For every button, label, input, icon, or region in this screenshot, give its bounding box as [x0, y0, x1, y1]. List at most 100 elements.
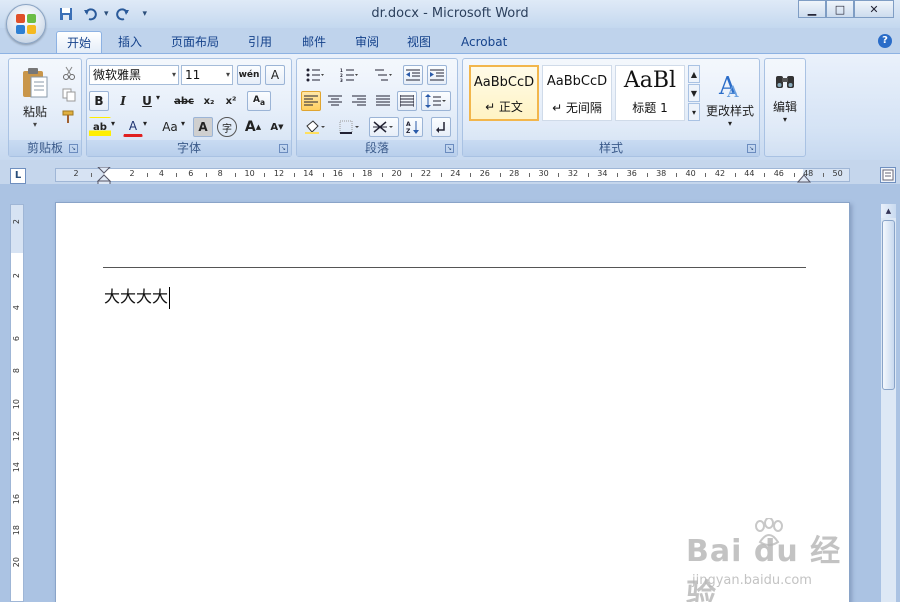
indent-marker-icon[interactable] — [97, 167, 111, 185]
ruler-number: 40 — [685, 169, 696, 178]
ruler-number: 4 — [158, 169, 164, 178]
chinese-layout-button[interactable] — [369, 117, 399, 137]
tab-acrobat[interactable]: Acrobat — [451, 31, 517, 53]
vertical-ruler-number: 8 — [12, 367, 21, 373]
change-styles-button[interactable]: AA 更改样式 ▾ — [703, 63, 757, 135]
font-launcher-icon[interactable]: ↘ — [279, 144, 288, 153]
vertical-scrollbar[interactable]: ▲ — [880, 204, 896, 602]
decrease-indent-icon[interactable] — [403, 65, 423, 85]
style-no-spacing[interactable]: AaBbCcD ↵ 无间隔 — [542, 65, 612, 121]
cut-icon[interactable] — [59, 63, 79, 83]
tab-page-layout[interactable]: 页面布局 — [161, 31, 229, 53]
bullets-button[interactable] — [301, 65, 329, 85]
numbering-button[interactable]: 123 — [335, 65, 363, 85]
highlight-button[interactable]: ab — [89, 117, 111, 137]
font-size-combo[interactable]: 11 ▾ — [181, 65, 233, 85]
ruler-tick — [470, 173, 472, 177]
editing-button[interactable]: 编辑 ▾ — [765, 63, 805, 133]
superscript-button[interactable]: x² — [221, 91, 241, 111]
ruler-number: 36 — [626, 169, 637, 178]
font-color-dropdown-icon[interactable]: ▾ — [143, 119, 147, 128]
ruler-number: 16 — [332, 169, 343, 178]
shading-icon — [305, 120, 325, 134]
grow-font-button[interactable]: A ▲ — [243, 117, 263, 137]
character-shading-button[interactable]: A — [193, 117, 213, 137]
ruler-tick — [205, 173, 207, 177]
align-left-icon[interactable] — [301, 91, 321, 111]
tab-review[interactable]: 审阅 — [345, 31, 389, 53]
underline-button[interactable]: U — [137, 91, 157, 111]
vertical-ruler-number: 2 — [12, 273, 21, 279]
tab-selector-icon[interactable]: L — [10, 168, 26, 184]
justify-icon[interactable] — [373, 91, 393, 111]
multilevel-list-icon — [375, 69, 392, 81]
show-marks-icon[interactable] — [431, 117, 451, 137]
change-case-dropdown-icon[interactable]: ▾ — [181, 119, 185, 128]
ribbon: 粘贴 ▾ 剪贴板 ↘ 微软雅黑 ▾ 11 ▾ wén A B I U ▾ abc… — [0, 53, 900, 160]
tab-view[interactable]: 视图 — [397, 31, 441, 53]
ruler-number: 32 — [567, 169, 579, 178]
bold-button[interactable]: B — [89, 91, 109, 111]
shrink-font-button[interactable]: A ▼ — [267, 117, 287, 137]
styles-launcher-icon[interactable]: ↘ — [747, 144, 756, 153]
grow-font-label: A — [244, 119, 256, 135]
tab-insert[interactable]: 插入 — [108, 31, 152, 53]
vertical-ruler[interactable]: 2 2 4 6 8 10 12 14 16 18 20 — [10, 204, 24, 602]
copy-icon[interactable] — [59, 85, 79, 105]
font-color-button[interactable]: A — [123, 117, 143, 137]
clipboard-launcher-icon[interactable]: ↘ — [69, 144, 78, 153]
close-button[interactable]: ✕ — [854, 0, 894, 18]
clear-formatting-button[interactable]: A — [265, 65, 285, 85]
distributed-icon[interactable] — [397, 91, 417, 111]
maximize-button[interactable]: □ — [826, 0, 854, 18]
ruler-tick — [675, 173, 677, 177]
line-spacing-button[interactable] — [421, 91, 451, 111]
minimize-button[interactable]: ▁ — [798, 0, 826, 18]
paste-dropdown-icon: ▾ — [32, 120, 37, 129]
underline-dropdown-icon[interactable]: ▾ — [156, 93, 160, 102]
scrollbar-thumb[interactable] — [882, 220, 895, 390]
align-center-icon[interactable] — [325, 91, 345, 111]
font-name-combo[interactable]: 微软雅黑 ▾ — [89, 65, 179, 85]
paste-icon — [23, 68, 48, 98]
ruler-tick — [822, 173, 824, 177]
shading-button[interactable] — [301, 117, 331, 137]
view-ruler-icon[interactable] — [880, 167, 896, 183]
ruler-number: 42 — [714, 169, 726, 178]
tab-references[interactable]: 引用 — [238, 31, 282, 53]
highlight-dropdown-icon[interactable]: ▾ — [111, 119, 115, 128]
strikethrough-button[interactable]: abc — [171, 91, 197, 111]
multilevel-list-button[interactable] — [369, 65, 397, 85]
tab-home[interactable]: 开始 — [56, 31, 103, 53]
document-body[interactable]: 大大大大 — [104, 283, 171, 309]
scroll-up-icon[interactable]: ▲ — [881, 204, 896, 218]
tab-mailings[interactable]: 邮件 — [292, 31, 336, 53]
styles-more-icon[interactable]: ▾ — [688, 103, 700, 121]
horizontal-ruler[interactable]: 2 2 4 6 8 10 12 14 16 18 20 22 24 26 28 30 32 34 36 38 40 42 4… — [55, 167, 850, 185]
style-normal[interactable]: AaBbCcD ↵ 正文 — [469, 65, 539, 121]
style-normal-sample: AaBbCcD — [473, 75, 535, 90]
styles-scroll-up-icon[interactable]: ▲ — [688, 65, 700, 83]
paragraph-launcher-icon[interactable]: ↘ — [445, 144, 454, 153]
borders-button[interactable] — [335, 117, 365, 137]
ruler-number: 26 — [479, 169, 490, 178]
change-case-button[interactable]: Aa — [157, 117, 183, 137]
help-icon[interactable]: ? — [878, 34, 892, 48]
sort-icon[interactable]: AZ — [403, 117, 423, 137]
phonetic-guide-button[interactable]: wén — [237, 65, 261, 85]
align-right-icon[interactable] — [349, 91, 369, 111]
ruler-number: 2 — [129, 169, 135, 178]
enclose-characters-button[interactable]: 字 — [217, 117, 237, 137]
change-case-aa-button[interactable]: Aa — [247, 91, 271, 111]
italic-button[interactable]: I — [113, 91, 133, 111]
increase-indent-icon[interactable] — [427, 65, 447, 85]
style-heading-1[interactable]: AaBl 标题 1 — [615, 65, 685, 121]
ruler-number: 20 — [391, 169, 402, 178]
format-painter-icon[interactable] — [59, 107, 79, 127]
paste-button[interactable]: 粘贴 ▾ — [13, 63, 57, 133]
subscript-button[interactable]: x₂ — [199, 91, 219, 111]
ruler-tick — [617, 173, 619, 177]
office-button[interactable] — [6, 4, 46, 44]
styles-scroll-down-icon[interactable]: ▼ — [688, 84, 700, 102]
watermark-main-text: Bai du 经验 — [686, 534, 842, 602]
